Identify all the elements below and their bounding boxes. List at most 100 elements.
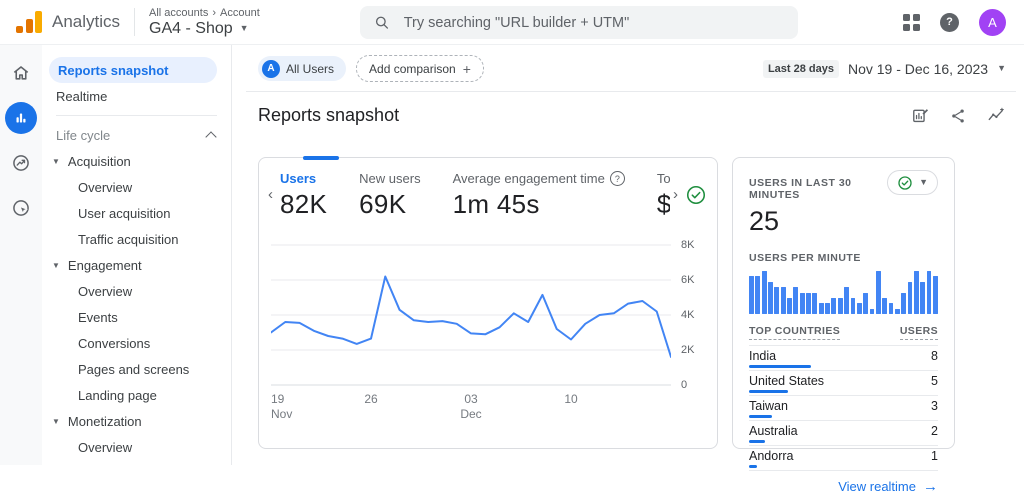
customize-report-icon[interactable] <box>911 106 930 125</box>
country-users: 3 <box>931 399 938 413</box>
country-row[interactable]: Taiwan 3 <box>749 396 938 421</box>
realtime-status-dropdown[interactable]: ▼ <box>887 170 938 195</box>
sidebar-item-engagement-landing-page[interactable]: Landing page <box>42 382 231 408</box>
date-range-picker[interactable]: Last 28 days Nov 19 - Dec 16, 2023 ▼ <box>763 60 1006 78</box>
property-selector[interactable]: GA4 - Shop ▼ <box>149 20 260 38</box>
top-countries-header[interactable]: TOP COUNTRIES <box>749 325 840 340</box>
segment-chip-all-users[interactable]: A All Users <box>258 56 346 81</box>
search-input[interactable] <box>402 14 784 32</box>
sidebar-item-engagement-events[interactable]: Events <box>42 304 231 330</box>
view-realtime-label: View realtime <box>838 479 916 494</box>
rail-item-explore[interactable] <box>5 147 37 179</box>
sidebar-item-engagement-pages-and-screens[interactable]: Pages and screens <box>42 356 231 382</box>
help-icon[interactable]: ? <box>940 13 959 32</box>
x-axis-day: 03 <box>460 392 481 407</box>
users-header[interactable]: USERS <box>900 325 938 340</box>
caret-down-icon: ▼ <box>919 178 928 187</box>
metrics-row: ‹ Users82K New users69K Average engagement… <box>259 158 717 220</box>
countries-table-header: TOP COUNTRIES USERS <box>749 325 938 346</box>
minute-bar <box>800 293 805 315</box>
insights-icon[interactable] <box>986 106 1006 125</box>
toolbar-divider <box>246 91 1016 92</box>
comparison-toolbar: A All Users Add comparison + Last 28 day… <box>258 55 1006 82</box>
country-users: 2 <box>931 424 938 438</box>
x-axis-day: 10 <box>564 392 577 407</box>
country-name: India <box>749 349 811 363</box>
add-comparison-button[interactable]: Add comparison + <box>356 55 484 82</box>
chevron-up-icon <box>205 131 216 142</box>
metric-value: 82K <box>280 189 327 220</box>
sidebar-section-life-cycle[interactable]: Life cycle <box>42 122 231 148</box>
metric-label-text: New users <box>359 171 420 186</box>
account-switcher[interactable]: All accounts › Account GA4 - Shop ▼ <box>149 7 260 38</box>
data-quality-check-icon[interactable] <box>685 184 707 206</box>
view-realtime-link[interactable]: View realtime → <box>749 479 938 494</box>
sidebar-item-engagement-overview[interactable]: Overview <box>42 278 231 304</box>
country-users: 8 <box>931 349 938 363</box>
country-bar <box>749 390 788 393</box>
sidebar-nav: Reports snapshotRealtimeLife cycle▼Acqui… <box>42 45 232 465</box>
app-bar: Analytics All accounts › Account GA4 - S… <box>0 0 1024 45</box>
y-axis-label: 0 <box>681 379 687 391</box>
metric-to[interactable]: To$ <box>657 171 670 220</box>
country-row[interactable]: Andorra1 <box>749 446 938 471</box>
overview-card: ‹ Users82K New users69K Average engagement… <box>258 157 718 449</box>
share-icon[interactable] <box>949 107 967 125</box>
minute-bar <box>838 298 843 314</box>
country-cell: India <box>749 349 811 368</box>
search-bar[interactable] <box>360 6 798 39</box>
y-axis-label: 6K <box>681 274 694 286</box>
metric-average-engagement-time[interactable]: Average engagement time? 1m 45s <box>453 171 625 220</box>
minute-bar <box>895 309 900 314</box>
users-line-chart[interactable] <box>271 244 671 386</box>
minute-bar <box>812 293 817 315</box>
realtime-users-value: 25 <box>749 206 938 237</box>
sidebar-item-monetization-overview[interactable]: Overview <box>42 434 231 460</box>
country-row[interactable]: India 8 <box>749 346 938 371</box>
metric-new-users[interactable]: New users69K <box>359 171 420 220</box>
metric-users[interactable]: Users82K <box>280 171 327 220</box>
sidebar-item-acquisition-traffic-acquisition[interactable]: Traffic acquisition <box>42 226 231 252</box>
avatar[interactable]: A <box>979 9 1006 36</box>
scroll-right-chevron[interactable]: › <box>670 186 681 203</box>
help-circle-icon[interactable]: ? <box>610 171 625 186</box>
sidebar-item-engagement-conversions[interactable]: Conversions <box>42 330 231 356</box>
sidebar-item-reports-snapshot[interactable]: Reports snapshot <box>49 57 217 83</box>
sidebar-group-monetization[interactable]: ▼Monetization <box>42 408 231 434</box>
rail-item-advertising[interactable] <box>5 192 37 224</box>
minute-bar <box>882 298 887 314</box>
sidebar-item-acquisition-overview[interactable]: Overview <box>42 174 231 200</box>
sidebar-group-label: Acquisition <box>68 154 131 169</box>
rail-item-reports[interactable] <box>5 102 37 134</box>
caret-down-icon: ▼ <box>240 24 249 33</box>
rail-item-home[interactable] <box>5 57 37 89</box>
x-axis-label: 26 <box>364 392 377 407</box>
sidebar-group-engagement[interactable]: ▼Engagement <box>42 252 231 278</box>
sidebar-item-acquisition-user-acquisition[interactable]: User acquisition <box>42 200 231 226</box>
minute-bar <box>831 298 836 314</box>
country-cell: Taiwan <box>749 399 788 418</box>
minute-bar <box>857 303 862 314</box>
scroll-left-chevron[interactable]: ‹ <box>265 186 276 203</box>
minute-bar <box>781 287 786 314</box>
minute-bar <box>774 287 779 314</box>
sidebar-item-realtime[interactable]: Realtime <box>42 83 217 109</box>
product-name: Analytics <box>52 12 120 32</box>
country-bar <box>749 440 765 443</box>
date-range-value: Nov 19 - Dec 16, 2023 <box>848 61 988 77</box>
page-actions <box>911 106 1006 125</box>
minute-bar <box>844 287 849 314</box>
realtime-header: USERS IN LAST 30 MINUTES ▼ <box>749 170 938 201</box>
apps-grid-icon[interactable] <box>903 14 920 31</box>
country-row[interactable]: United States5 <box>749 371 938 396</box>
sidebar-group-acquisition[interactable]: ▼Acquisition <box>42 148 231 174</box>
country-row[interactable]: Australia2 <box>749 421 938 446</box>
plus-icon: + <box>463 61 471 77</box>
minute-bar <box>793 287 798 314</box>
caret-down-icon: ▼ <box>52 261 60 270</box>
metric-value: 1m 45s <box>453 189 625 220</box>
users-per-minute-chart[interactable] <box>749 271 938 314</box>
brand[interactable]: Analytics <box>0 11 120 33</box>
metric-label: Average engagement time? <box>453 171 625 186</box>
segment-label: All Users <box>286 62 334 76</box>
